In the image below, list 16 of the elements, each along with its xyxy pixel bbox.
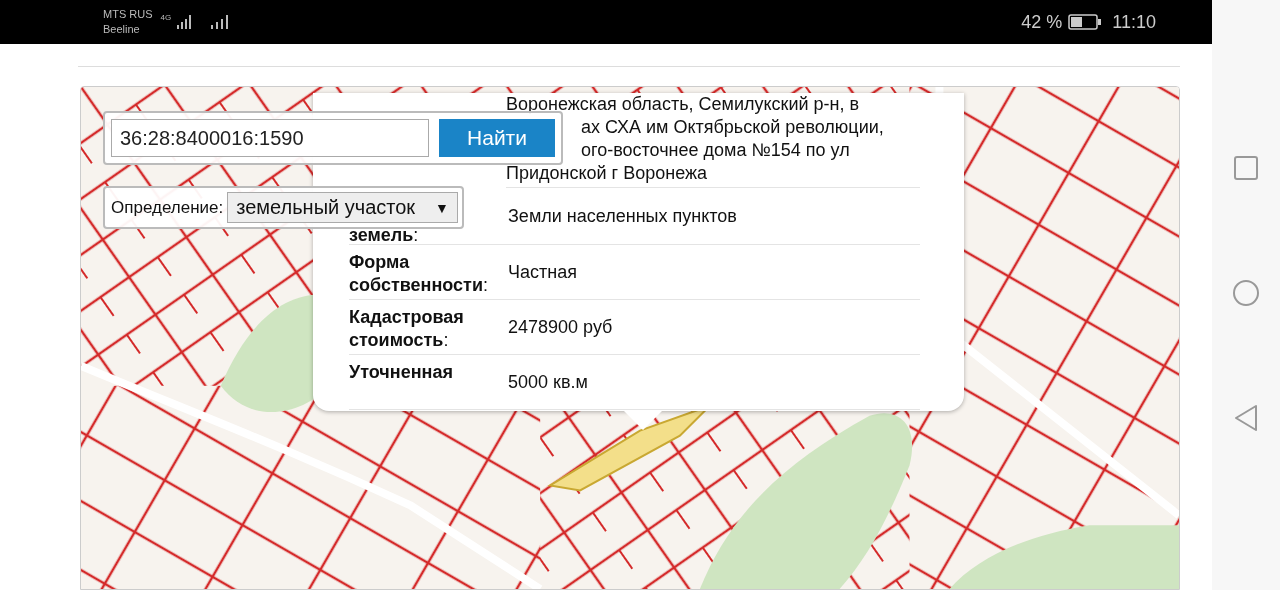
field-value: Земли населенных пунктов <box>507 204 737 228</box>
field-label: Кадастровая стоимость: <box>349 300 505 354</box>
network-type: 4G <box>160 13 172 22</box>
address-line: ого-восточнее дома №154 по ул <box>580 139 851 162</box>
carrier-name: Beeline <box>103 22 141 37</box>
carrier-name: MTS RUS <box>103 7 153 22</box>
definition-label: Определение: <box>111 197 224 218</box>
field-value: Частная <box>507 260 577 284</box>
field-label: Уточненная <box>349 355 505 409</box>
field-value: 2478900 руб <box>507 315 613 339</box>
field-label: Форма собственности: <box>349 245 505 299</box>
clock: 11:10 <box>1112 11 1156 33</box>
address-line: Придонской г Воронежа <box>506 162 708 185</box>
field-value: 5000 кв.м <box>507 370 588 394</box>
address-line: Воронежская область, Семилукский р-н, в <box>506 93 861 116</box>
battery-percent: 42 % <box>1021 11 1063 33</box>
